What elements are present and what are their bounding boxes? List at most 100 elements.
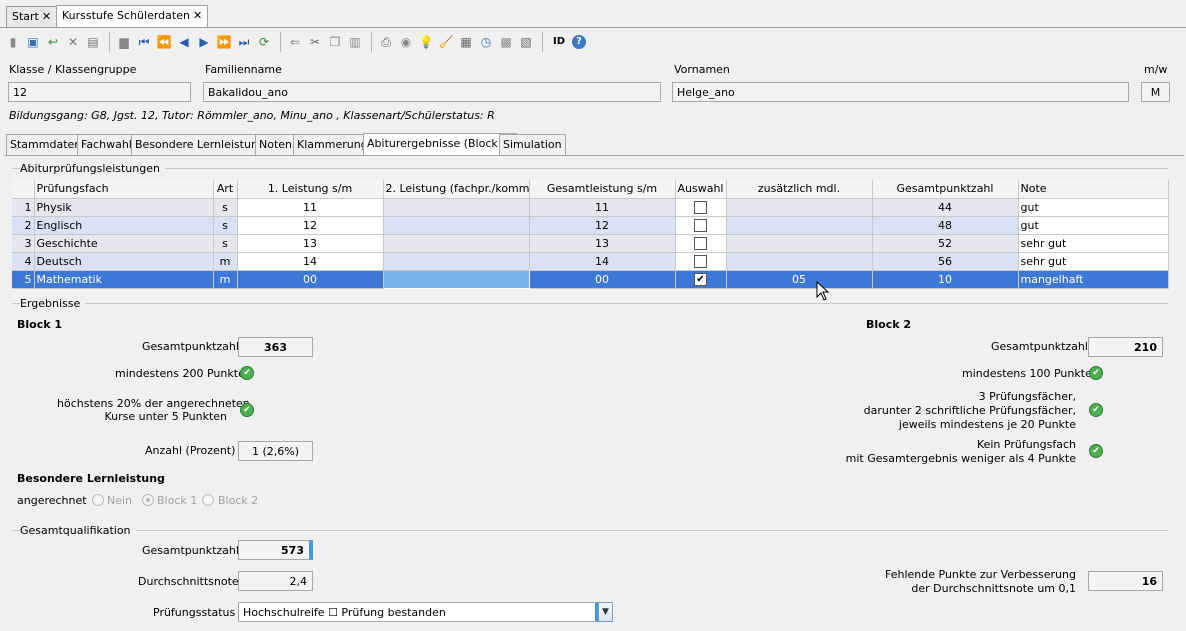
- radio-block1[interactable]: [142, 494, 154, 506]
- first-icon[interactable]: ⏮: [135, 33, 153, 51]
- cell-auswahl[interactable]: ✔: [675, 270, 727, 289]
- report-icon[interactable]: ▧: [517, 33, 535, 51]
- cell-leistung1[interactable]: 13: [237, 234, 384, 253]
- delete-icon[interactable]: ✕: [64, 33, 82, 51]
- id-icon[interactable]: ID: [548, 33, 570, 51]
- radio-nein[interactable]: [92, 494, 104, 506]
- check-ok-icon: ✔: [240, 366, 254, 380]
- table-row[interactable]: 2 Englisch s 12 12 48 gut: [12, 216, 1169, 235]
- calculator-icon[interactable]: ▦: [457, 33, 475, 51]
- header-cell[interactable]: Note: [1018, 180, 1169, 199]
- cell-auswahl[interactable]: [675, 198, 727, 217]
- cell-leistung1[interactable]: 14: [237, 252, 384, 271]
- close-icon[interactable]: ✕: [42, 10, 51, 23]
- cell-auswahl[interactable]: [675, 234, 727, 253]
- tab-abiturergebnisse[interactable]: Abiturergebnisse (Block 2): [363, 133, 517, 155]
- block1-max-label-1: höchstens 20% der angerechneten: [57, 397, 250, 410]
- table-row-selected[interactable]: 5 Mathematik m 00 00 ✔ 05 10 mangelhaft: [12, 269, 1169, 289]
- pruefungsstatus-select[interactable]: Hochschulreife ☐ Prüfung bestanden: [238, 602, 598, 622]
- bulb-icon[interactable]: 💡: [417, 33, 435, 51]
- header-cell[interactable]: Auswahl: [675, 180, 727, 199]
- cell-mdl[interactable]: [726, 198, 873, 217]
- gesamt-punkte-value: 573: [238, 540, 313, 560]
- header-cell[interactable]: Art: [213, 180, 238, 199]
- mw-field[interactable]: M: [1141, 82, 1170, 102]
- cell-note: sehr gut: [1018, 252, 1169, 271]
- clock-icon[interactable]: ◷: [477, 33, 495, 51]
- cell-leistung2[interactable]: [383, 252, 530, 271]
- help-icon[interactable]: ?: [572, 35, 586, 49]
- cell-leistung2[interactable]: [382, 269, 530, 289]
- new-icon[interactable]: ▮: [4, 33, 22, 51]
- tab-stammdaten[interactable]: Stammdaten: [6, 134, 86, 155]
- cell-art: m: [213, 252, 238, 271]
- auswahl-checkbox[interactable]: [694, 218, 707, 232]
- tab-simulation[interactable]: Simulation: [499, 134, 566, 155]
- tab-besondere-lernleistung[interactable]: Besondere Lernleistung: [131, 134, 269, 155]
- prev-icon[interactable]: ◀: [175, 33, 193, 51]
- last-icon[interactable]: ⏭: [235, 33, 253, 51]
- radio-block2[interactable]: [202, 494, 214, 506]
- toolbar-separator: [371, 32, 372, 52]
- tab-klammerung[interactable]: Klammerung: [293, 134, 372, 155]
- cell-auswahl[interactable]: [675, 252, 727, 271]
- cell-mdl[interactable]: [726, 216, 873, 235]
- cell-leistung1[interactable]: 11: [237, 198, 384, 217]
- header-cell[interactable]: 2. Leistung (fachpr./komm.): [383, 180, 530, 199]
- block2-kein-label-1: Kein Prüfungsfach: [976, 438, 1076, 451]
- cell-leistung1[interactable]: 00: [237, 270, 384, 289]
- auswahl-checkbox[interactable]: [694, 254, 707, 268]
- header-cell[interactable]: Gesamtleistung s/m: [529, 180, 676, 199]
- next-icon[interactable]: ▶: [195, 33, 213, 51]
- header-cell[interactable]: Gesamtpunktzahl: [872, 180, 1019, 199]
- table-row[interactable]: 4 Deutsch m 14 14 56 sehr gut: [12, 252, 1169, 271]
- tab-kursstufe-label: Kursstufe Schülerdaten: [62, 9, 190, 22]
- tab-noten[interactable]: Noten: [255, 134, 297, 155]
- cell-leistung1[interactable]: 12: [237, 216, 384, 235]
- header-cell[interactable]: zusätzlich mdl.: [726, 180, 873, 199]
- table-row[interactable]: 3 Geschichte s 13 13 52 sehr gut: [12, 234, 1169, 253]
- next-page-icon[interactable]: ⏩: [215, 33, 233, 51]
- table-row[interactable]: 1 Physik s 11 11 44 gut: [12, 198, 1169, 217]
- copy-record-icon[interactable]: ▆: [115, 33, 133, 51]
- vornamen-label: Vornamen: [674, 63, 730, 76]
- disk-icon[interactable]: ◉: [397, 33, 415, 51]
- cell-mdl[interactable]: [726, 252, 873, 271]
- auswahl-checkbox[interactable]: [694, 200, 707, 214]
- familienname-field[interactable]: Bakalidou_ano: [203, 82, 661, 102]
- cell-leistung2[interactable]: [383, 198, 530, 217]
- cell-fach: Deutsch: [34, 252, 214, 271]
- paste-icon[interactable]: ▥: [346, 33, 364, 51]
- cell-auswahl[interactable]: [675, 216, 727, 235]
- cell-mdl[interactable]: [726, 234, 873, 253]
- save-icon[interactable]: ▣: [24, 33, 42, 51]
- auswahl-checkbox[interactable]: [694, 236, 707, 250]
- tab-start[interactable]: Start ✕: [6, 6, 58, 27]
- auswahl-checkbox[interactable]: ✔: [694, 272, 707, 286]
- klasse-field[interactable]: 12: [8, 82, 191, 102]
- chevron-down-icon[interactable]: ▼: [598, 602, 613, 622]
- list-icon[interactable]: ▩: [497, 33, 515, 51]
- header-cell[interactable]: Prüfungsfach: [34, 180, 214, 199]
- undo-icon[interactable]: ↩: [44, 33, 62, 51]
- cell-leistung2[interactable]: [383, 216, 530, 235]
- section-line: [12, 168, 1168, 169]
- print-icon[interactable]: ⎙: [377, 33, 395, 51]
- cell-art: s: [213, 198, 238, 217]
- tab-fachwahl[interactable]: Fachwahl: [77, 134, 136, 155]
- broom-icon[interactable]: 🧹: [437, 33, 455, 51]
- vornamen-field[interactable]: Helge_ano: [672, 82, 1129, 102]
- copy-icon[interactable]: ❐: [326, 33, 344, 51]
- header-cell[interactable]: 1. Leistung s/m: [237, 180, 384, 199]
- form-icon[interactable]: ▤: [84, 33, 102, 51]
- arrow-left-icon[interactable]: ⇐: [286, 33, 304, 51]
- prev-page-icon[interactable]: ⏪: [155, 33, 173, 51]
- cell-art: m: [213, 270, 238, 289]
- tab-kursstufe[interactable]: Kursstufe Schülerdaten ✕: [56, 5, 209, 27]
- cell-leistung2[interactable]: [383, 234, 530, 253]
- check-ok-icon: ✔: [1089, 366, 1103, 380]
- refresh-icon[interactable]: ⟳: [255, 33, 273, 51]
- cut-icon[interactable]: ✂: [306, 33, 324, 51]
- cell-mdl[interactable]: 05: [726, 270, 873, 289]
- close-icon[interactable]: ✕: [193, 9, 202, 22]
